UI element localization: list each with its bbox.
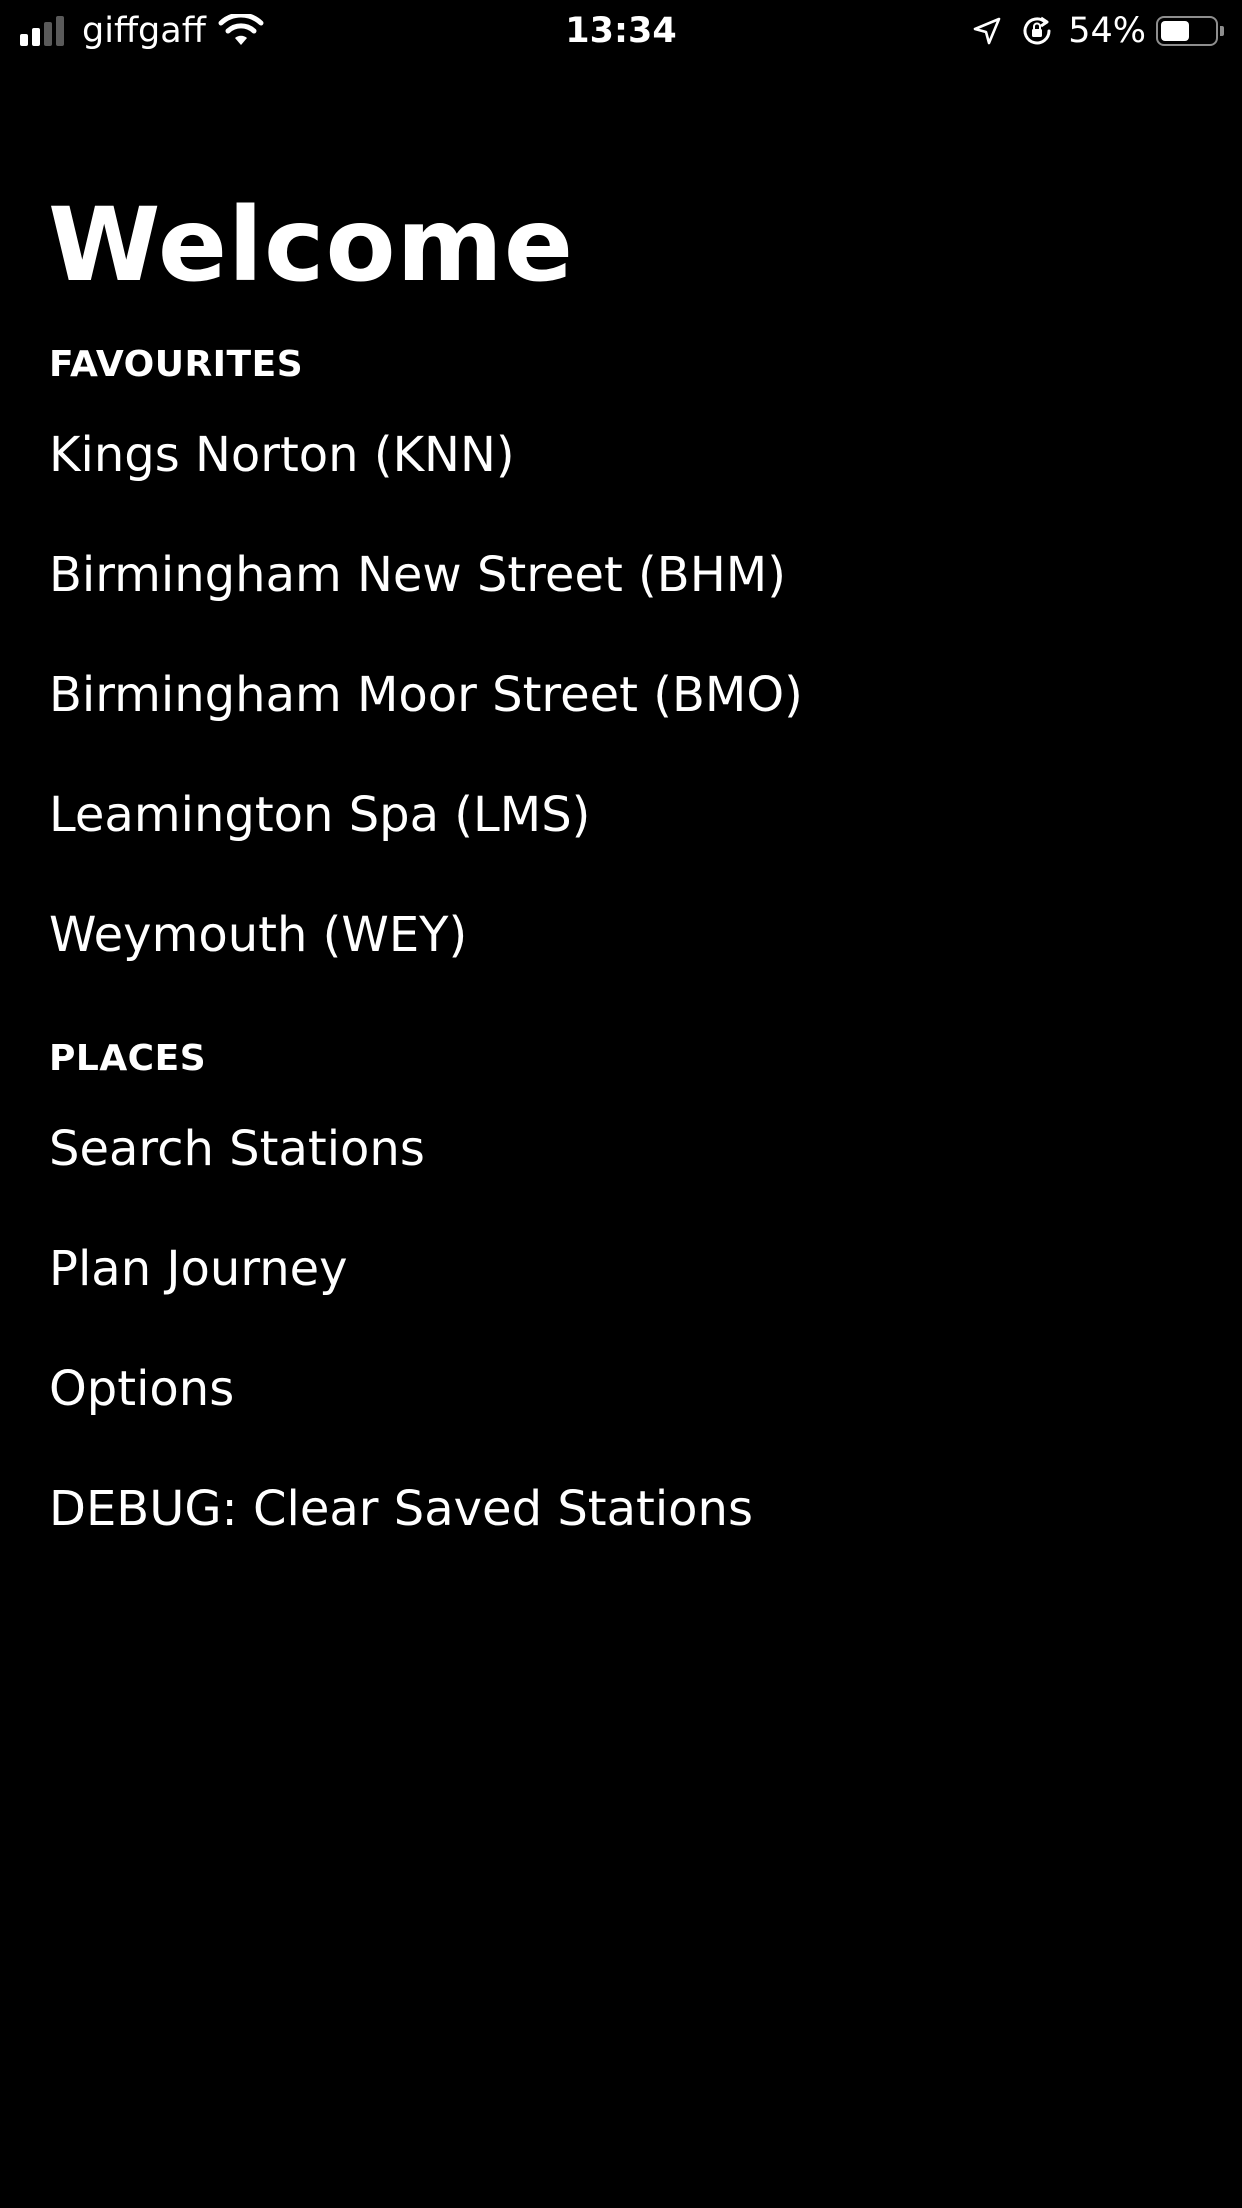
search-stations-item[interactable]: Search Stations xyxy=(0,1089,1242,1209)
favourite-station-item[interactable]: Weymouth (WEY) xyxy=(0,875,1242,995)
menu-label: Options xyxy=(49,1361,235,1417)
menu-label: DEBUG: Clear Saved Stations xyxy=(49,1481,753,1537)
station-label: Birmingham New Street (BHM) xyxy=(49,547,786,603)
places-list: Search Stations Plan Journey Options DEB… xyxy=(0,1089,1242,1569)
battery-cap xyxy=(1220,26,1224,36)
station-label: Birmingham Moor Street (BMO) xyxy=(49,667,803,723)
plan-journey-item[interactable]: Plan Journey xyxy=(0,1209,1242,1329)
battery-percentage: 54% xyxy=(1068,11,1146,51)
favourites-header: FAVOURITES xyxy=(49,344,304,385)
location-arrow-icon xyxy=(973,17,1001,45)
station-label: Leamington Spa (LMS) xyxy=(49,787,591,843)
orientation-lock-icon xyxy=(1023,16,1051,45)
battery-level-fill xyxy=(1161,21,1189,41)
menu-label: Search Stations xyxy=(49,1121,425,1177)
favourites-list: Kings Norton (KNN) Birmingham New Street… xyxy=(0,395,1242,995)
station-label: Weymouth (WEY) xyxy=(49,907,468,963)
menu-label: Plan Journey xyxy=(49,1241,348,1297)
debug-clear-saved-stations-item[interactable]: DEBUG: Clear Saved Stations xyxy=(0,1449,1242,1569)
status-bar-right: 54% xyxy=(972,8,1224,54)
favourite-station-item[interactable]: Leamington Spa (LMS) xyxy=(0,755,1242,875)
status-bar: giffgaff 13:34 54% xyxy=(0,0,1242,62)
station-label: Kings Norton (KNN) xyxy=(49,427,515,483)
favourite-station-item[interactable]: Kings Norton (KNN) xyxy=(0,395,1242,515)
places-header: PLACES xyxy=(49,1038,207,1079)
options-item[interactable]: Options xyxy=(0,1329,1242,1449)
page-title: Welcome xyxy=(48,186,575,305)
battery-icon xyxy=(1156,16,1218,46)
favourite-station-item[interactable]: Birmingham New Street (BHM) xyxy=(0,515,1242,635)
favourite-station-item[interactable]: Birmingham Moor Street (BMO) xyxy=(0,635,1242,755)
